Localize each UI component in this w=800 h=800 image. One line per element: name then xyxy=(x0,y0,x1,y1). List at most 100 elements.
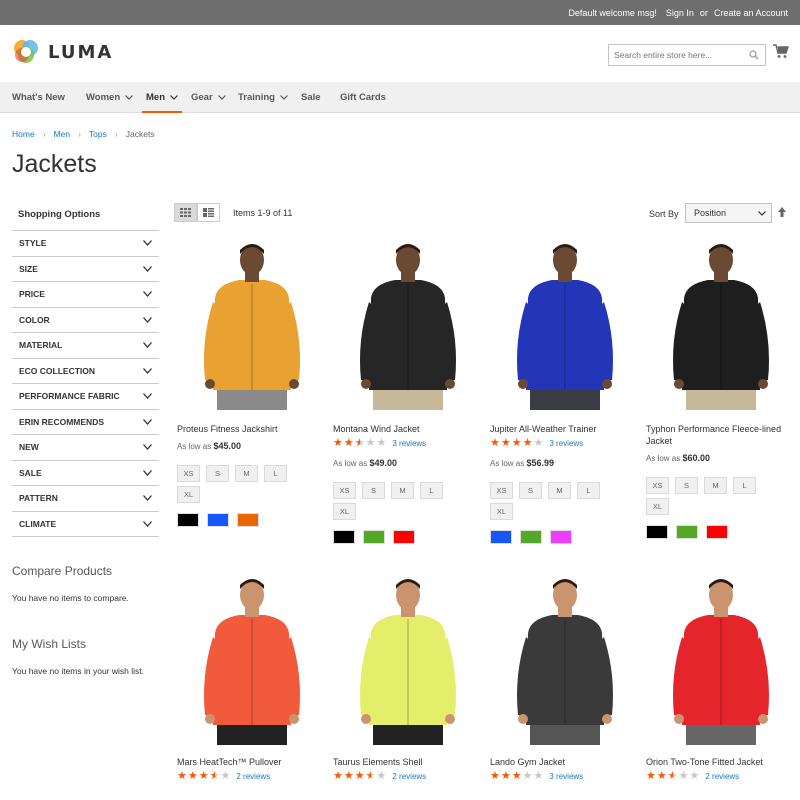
size-option-m[interactable]: M xyxy=(704,477,727,494)
product-image[interactable] xyxy=(646,240,796,410)
size-option-s[interactable]: S xyxy=(519,482,542,499)
product-photo[interactable] xyxy=(333,575,483,745)
reviews-link[interactable]: 2 reviews xyxy=(705,772,739,781)
filter-sale[interactable]: SALE xyxy=(12,461,159,486)
product-photo[interactable] xyxy=(646,575,796,745)
filter-new[interactable]: NEW xyxy=(12,435,159,461)
reviews-link[interactable]: 2 reviews xyxy=(392,772,426,781)
product-image[interactable] xyxy=(177,240,327,410)
product-name-link[interactable]: Typhon Performance Fleece-lined Jacket xyxy=(646,423,794,447)
size-option-s[interactable]: S xyxy=(362,482,385,499)
size-option-l[interactable]: L xyxy=(733,477,756,494)
filter-performance-fabric[interactable]: PERFORMANCE FABRIC xyxy=(12,384,159,410)
filter-color[interactable]: COLOR xyxy=(12,308,159,333)
color-swatch[interactable] xyxy=(646,525,668,539)
breadcrumb-home[interactable]: Home xyxy=(12,129,35,139)
color-swatch[interactable] xyxy=(520,530,542,544)
cart-icon[interactable] xyxy=(773,44,789,61)
color-swatch[interactable] xyxy=(237,513,259,527)
product-image[interactable] xyxy=(333,575,483,745)
filter-eco-collection[interactable]: ECO COLLECTION xyxy=(12,359,159,384)
filter-price[interactable]: PRICE xyxy=(12,282,159,308)
size-option-l[interactable]: L xyxy=(420,482,443,499)
nav-item-sale[interactable]: Sale xyxy=(301,82,321,113)
breadcrumb-men[interactable]: Men xyxy=(54,129,71,139)
color-swatch[interactable] xyxy=(706,525,728,539)
color-swatch[interactable] xyxy=(333,530,355,544)
sign-in-link[interactable]: Sign In xyxy=(666,8,694,18)
filter-size[interactable]: SIZE xyxy=(12,257,159,282)
color-swatch[interactable] xyxy=(393,530,415,544)
price-value: $56.99 xyxy=(526,458,554,468)
size-option-m[interactable]: M xyxy=(235,465,258,482)
product-photo[interactable] xyxy=(177,575,327,745)
size-option-xs[interactable]: XS xyxy=(177,465,200,482)
color-swatch[interactable] xyxy=(676,525,698,539)
reviews-link[interactable]: 2 reviews xyxy=(236,772,270,781)
size-option-xl[interactable]: XL xyxy=(177,486,200,503)
product-image[interactable] xyxy=(333,240,483,410)
rating-stars: ★ ★ ★ ★ ★ xyxy=(490,438,543,449)
nav-item-training[interactable]: Training xyxy=(238,82,288,113)
product-name-link[interactable]: Jupiter All-Weather Trainer xyxy=(490,423,638,435)
product-name-link[interactable]: Lando Gym Jacket xyxy=(490,756,638,768)
create-account-link[interactable]: Create an Account xyxy=(714,8,788,18)
size-option-xs[interactable]: XS xyxy=(490,482,513,499)
filter-climate[interactable]: CLIMATE xyxy=(12,512,159,537)
nav-item-whats-new[interactable]: What's New xyxy=(12,82,65,113)
size-option-s[interactable]: S xyxy=(675,477,698,494)
product-name-link[interactable]: Montana Wind Jacket xyxy=(333,423,481,435)
size-option-xl[interactable]: XL xyxy=(490,503,513,520)
search-box[interactable] xyxy=(608,44,766,66)
product-photo[interactable] xyxy=(490,575,640,745)
product-name-link[interactable]: Mars HeatTech™ Pullover xyxy=(177,756,325,768)
product-image[interactable] xyxy=(646,575,796,745)
filter-erin-recommends[interactable]: ERIN RECOMMENDS xyxy=(12,410,159,435)
grid-view-icon[interactable] xyxy=(174,203,197,222)
product-image[interactable] xyxy=(490,240,640,410)
search-input[interactable] xyxy=(609,45,744,65)
filter-material[interactable]: MATERIAL xyxy=(12,333,159,359)
size-option-xl[interactable]: XL xyxy=(646,498,669,515)
product-image[interactable] xyxy=(177,575,327,745)
star-icon: ★ xyxy=(522,437,533,449)
reviews-link[interactable]: 3 reviews xyxy=(392,439,426,448)
product-photo[interactable] xyxy=(177,240,327,410)
size-option-m[interactable]: M xyxy=(548,482,571,499)
nav-item-gift-cards[interactable]: Gift Cards xyxy=(340,82,386,113)
chevron-down-icon xyxy=(143,469,152,476)
color-swatch[interactable] xyxy=(363,530,385,544)
size-option-l[interactable]: L xyxy=(264,465,287,482)
product-photo[interactable] xyxy=(490,240,640,410)
list-view-icon[interactable] xyxy=(197,203,220,222)
filter-pattern[interactable]: PATTERN xyxy=(12,486,159,512)
color-swatch[interactable] xyxy=(490,530,512,544)
search-icon[interactable] xyxy=(749,50,759,62)
size-option-s[interactable]: S xyxy=(206,465,229,482)
color-swatch[interactable] xyxy=(550,530,572,544)
size-options: XS S M L XL xyxy=(490,482,620,520)
nav-item-men[interactable]: Men xyxy=(142,82,182,113)
breadcrumb-tops[interactable]: Tops xyxy=(89,129,107,139)
size-option-xl[interactable]: XL xyxy=(333,503,356,520)
reviews-link[interactable]: 3 reviews xyxy=(549,439,583,448)
size-option-xs[interactable]: XS xyxy=(333,482,356,499)
size-option-m[interactable]: M xyxy=(391,482,414,499)
product-name-link[interactable]: Orion Two-Tone Fitted Jacket xyxy=(646,756,794,768)
product-name-link[interactable]: Proteus Fitness Jackshirt xyxy=(177,423,325,435)
color-swatch[interactable] xyxy=(207,513,229,527)
size-option-xs[interactable]: XS xyxy=(646,477,669,494)
size-option-l[interactable]: L xyxy=(577,482,600,499)
reviews-link[interactable]: 3 reviews xyxy=(549,772,583,781)
product-photo[interactable] xyxy=(646,240,796,410)
product-name-link[interactable]: Taurus Elements Shell xyxy=(333,756,481,768)
color-swatch[interactable] xyxy=(177,513,199,527)
product-image[interactable] xyxy=(490,575,640,745)
nav-item-gear[interactable]: Gear xyxy=(191,82,226,113)
nav-item-women[interactable]: Women xyxy=(86,82,134,113)
sort-direction-arrow-icon[interactable] xyxy=(778,207,786,219)
product-photo[interactable] xyxy=(333,240,483,410)
filter-style[interactable]: STYLE xyxy=(12,231,159,257)
sort-by-select[interactable]: Position xyxy=(685,203,772,223)
logo[interactable]: LUMA xyxy=(12,38,113,66)
